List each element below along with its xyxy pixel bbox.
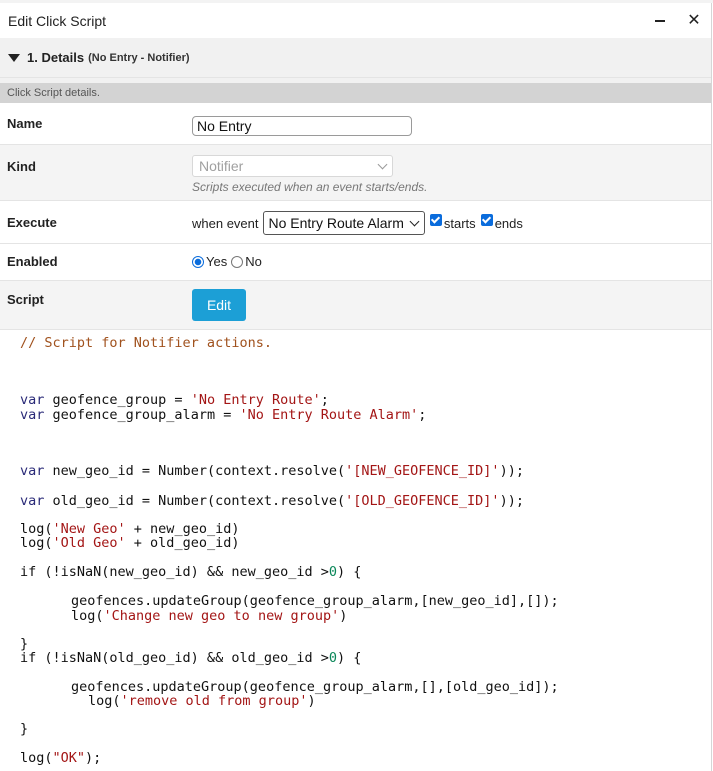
event-select[interactable]: No Entry Route Alarm bbox=[262, 211, 425, 235]
event-select-value: No Entry Route Alarm bbox=[268, 215, 404, 231]
code-line: var geofence_group = 'No Entry Route'; bbox=[20, 392, 329, 408]
edit-script-button[interactable]: Edit bbox=[192, 289, 246, 321]
chevron-down-icon bbox=[409, 216, 420, 227]
minimize-button[interactable] bbox=[650, 10, 670, 30]
minimize-icon bbox=[655, 20, 665, 22]
code-line: log("OK"); bbox=[20, 750, 102, 766]
code-line: var geofence_group_alarm = 'No Entry Rou… bbox=[20, 407, 427, 423]
starts-checkbox[interactable] bbox=[429, 214, 442, 226]
ends-checkbox[interactable] bbox=[480, 214, 493, 226]
dialog-title: Edit Click Script bbox=[8, 12, 107, 29]
kind-hint: Scripts executed when an event starts/en… bbox=[192, 180, 428, 194]
dialog-titlebar: Edit Click Script ✕ bbox=[0, 3, 711, 38]
execute-row: Execute when event No Entry Route Alarm … bbox=[0, 201, 711, 244]
code-line: log('remove old from group') bbox=[88, 693, 316, 709]
caret-down-icon bbox=[8, 53, 20, 62]
code-line: // Script for Notifier actions. bbox=[20, 335, 272, 351]
enabled-row: Enabled Yes No bbox=[0, 244, 711, 281]
script-row: Script Edit bbox=[0, 281, 711, 330]
code-line: var old_geo_id = Number(context.resolve(… bbox=[20, 493, 524, 509]
starts-label: starts bbox=[443, 215, 476, 231]
enabled-label: Enabled bbox=[7, 254, 58, 269]
enabled-no-label: No bbox=[245, 254, 262, 269]
execute-prefix: when event bbox=[192, 215, 259, 231]
name-label: Name bbox=[7, 116, 43, 131]
name-row: Name bbox=[0, 103, 711, 145]
code-line: if (!isNaN(old_geo_id) && old_geo_id >0)… bbox=[20, 650, 362, 666]
kind-label: Kind bbox=[7, 159, 36, 174]
kind-row: Kind Notifier Scripts executed when an e… bbox=[0, 145, 711, 201]
section-header-details[interactable]: 1. Details (No Entry - Notifier) bbox=[0, 38, 711, 78]
kind-select-value: Notifier bbox=[199, 158, 244, 174]
code-line: var new_geo_id = Number(context.resolve(… bbox=[20, 463, 524, 479]
enabled-no-radio[interactable] bbox=[231, 255, 244, 268]
code-line: } bbox=[20, 721, 29, 737]
name-input[interactable] bbox=[192, 116, 412, 136]
code-line: log('Old Geo' + old_geo_id) bbox=[20, 535, 240, 551]
ends-label: ends bbox=[494, 215, 523, 231]
close-icon: ✕ bbox=[687, 12, 701, 29]
enabled-yes-label: Yes bbox=[206, 254, 228, 269]
section-subtitle: (No Entry - Notifier) bbox=[88, 51, 190, 64]
script-label: Script bbox=[7, 292, 44, 307]
chevron-down-icon bbox=[377, 159, 388, 170]
code-line: if (!isNaN(new_geo_id) && new_geo_id >0)… bbox=[20, 564, 362, 580]
section-title: 1. Details bbox=[27, 50, 85, 65]
close-button[interactable]: ✕ bbox=[684, 10, 704, 30]
enabled-yes-radio[interactable] bbox=[192, 255, 204, 268]
code-line: log('Change new geo to new group') bbox=[71, 608, 348, 624]
kind-select: Notifier bbox=[192, 155, 393, 177]
code-line: geofences.updateGroup(geofence_group_ala… bbox=[71, 593, 559, 609]
section-description: Click Script details. bbox=[0, 83, 711, 103]
execute-label: Execute bbox=[7, 215, 57, 230]
